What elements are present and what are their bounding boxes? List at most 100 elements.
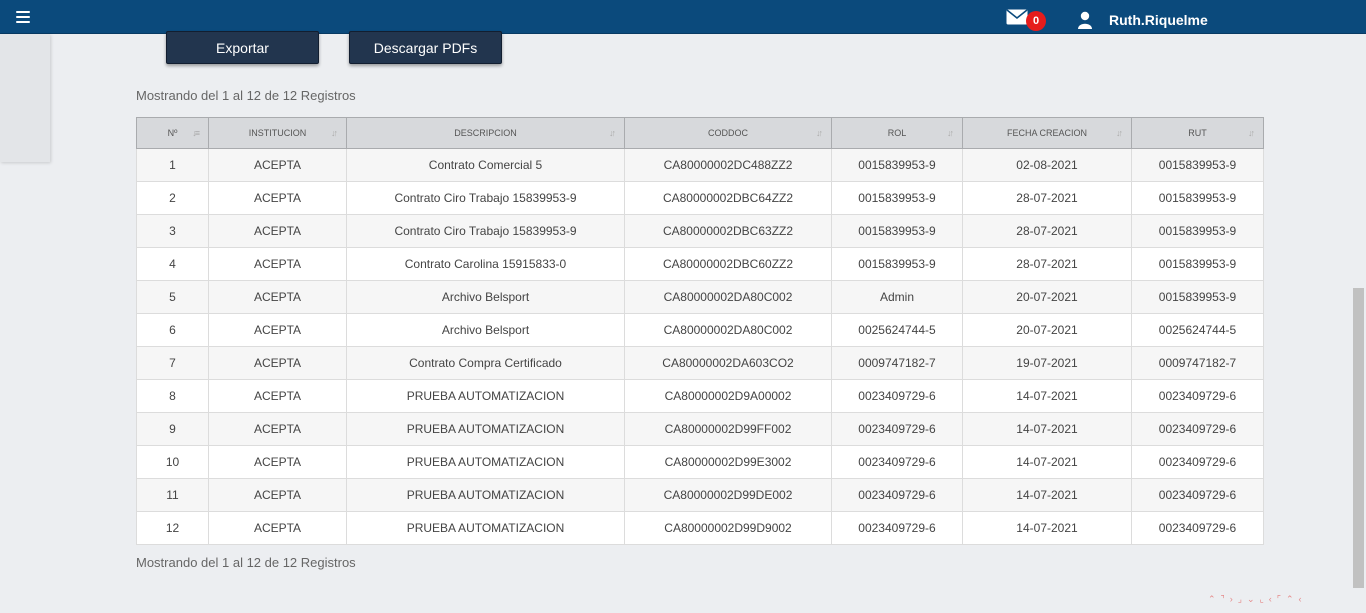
cell-descripcion: PRUEBA AUTOMATIZACION [346, 511, 625, 545]
cell-rut: 0015839953-9 [1131, 247, 1264, 281]
sort-icon[interactable]: ↓↑ [331, 128, 338, 138]
cell-fecha-creacion: 20-07-2021 [962, 313, 1132, 347]
sort-icon[interactable]: ↓↑ [1248, 128, 1255, 138]
cell-rut: 0015839953-9 [1131, 214, 1264, 248]
cell-descripcion: Contrato Ciro Trabajo 15839953-9 [346, 214, 625, 248]
cell-number: 10 [136, 445, 209, 479]
cell-institucion: ACEPTA [208, 511, 347, 545]
cell-rol: 0023409729-6 [831, 478, 963, 512]
column-header-fecha-creacion[interactable]: FECHA CREACION ↓↑ [962, 117, 1132, 149]
cell-descripcion: PRUEBA AUTOMATIZACION [346, 478, 625, 512]
cell-institucion: ACEPTA [208, 214, 347, 248]
sort-icon[interactable]: ↓≡ [192, 128, 200, 138]
sort-icon[interactable]: ↓↑ [609, 128, 616, 138]
export-button[interactable]: Exportar [166, 31, 319, 64]
table-row[interactable]: 5 ACEPTA Archivo Belsport CA80000002DA80C00… [136, 280, 1264, 314]
cell-rol: 0025624744-5 [831, 313, 963, 347]
cell-institucion: ACEPTA [208, 445, 347, 479]
sort-icon[interactable]: ↓↑ [816, 128, 823, 138]
cell-fecha-creacion: 20-07-2021 [962, 280, 1132, 314]
cell-number: 3 [136, 214, 209, 248]
column-header-rol[interactable]: ROL ↓↑ [831, 117, 963, 149]
table-header-row: Nº ↓≡ INSTITUCION ↓↑ DESCRIPCION ↓↑ CODDOC ↓↑ RO… [136, 117, 1264, 149]
cell-institucion: ACEPTA [208, 148, 347, 182]
cell-rol: 0023409729-6 [831, 445, 963, 479]
menu-icon[interactable] [16, 11, 30, 23]
cell-coddoc: CA80000002DBC64ZZ2 [624, 181, 832, 215]
table-row[interactable]: 1 ACEPTA Contrato Comercial 5 CA80000002DC4… [136, 148, 1264, 182]
cell-coddoc: CA80000002DC488ZZ2 [624, 148, 832, 182]
cell-rut: 0023409729-6 [1131, 445, 1264, 479]
cell-descripcion: Archivo Belsport [346, 313, 625, 347]
cell-institucion: ACEPTA [208, 181, 347, 215]
cell-fecha-creacion: 14-07-2021 [962, 379, 1132, 413]
table-row[interactable]: 7 ACEPTA Contrato Compra Certificado CA8000… [136, 346, 1264, 380]
decorative-arrows-icon: ⌃⌝›⌟⌄⌞‹⌜⌃‹ [1208, 594, 1307, 604]
documents-table: Nº ↓≡ INSTITUCION ↓↑ DESCRIPCION ↓↑ CODDOC ↓↑ RO… [136, 117, 1264, 545]
column-header-coddoc[interactable]: CODDOC ↓↑ [624, 117, 832, 149]
cell-rol: 0015839953-9 [831, 148, 963, 182]
column-header-rut[interactable]: RUT ↓↑ [1131, 117, 1264, 149]
table-row[interactable]: 12 ACEPTA PRUEBA AUTOMATIZACION CA80000002D… [136, 511, 1264, 545]
cell-rut: 0023409729-6 [1131, 412, 1264, 446]
cell-number: 6 [136, 313, 209, 347]
cell-rol: Admin [831, 280, 963, 314]
mail-icon[interactable] [1006, 9, 1028, 25]
table-row[interactable]: 9 ACEPTA PRUEBA AUTOMATIZACION CA80000002D9… [136, 412, 1264, 446]
table-row[interactable]: 2 ACEPTA Contrato Ciro Trabajo 15839953-9 C… [136, 181, 1264, 215]
cell-fecha-creacion: 19-07-2021 [962, 346, 1132, 380]
cell-descripcion: Archivo Belsport [346, 280, 625, 314]
cell-rut: 0023409729-6 [1131, 511, 1264, 545]
cell-rol: 0023409729-6 [831, 412, 963, 446]
cell-rut: 0015839953-9 [1131, 181, 1264, 215]
cell-institucion: ACEPTA [208, 478, 347, 512]
user-icon[interactable] [1077, 11, 1093, 29]
cell-number: 5 [136, 280, 209, 314]
sort-icon[interactable]: ↓↑ [947, 128, 954, 138]
cell-rut: 0023409729-6 [1131, 379, 1264, 413]
column-header-descripcion[interactable]: DESCRIPCION ↓↑ [346, 117, 625, 149]
cell-fecha-creacion: 28-07-2021 [962, 181, 1132, 215]
cell-coddoc: CA80000002D9A00002 [624, 379, 832, 413]
side-panel [0, 34, 50, 162]
table-row[interactable]: 11 ACEPTA PRUEBA AUTOMATIZACION CA80000002D… [136, 478, 1264, 512]
cell-institucion: ACEPTA [208, 346, 347, 380]
column-header-label: FECHA CREACION [1006, 128, 1087, 138]
cell-coddoc: CA80000002D99DE002 [624, 478, 832, 512]
mail-count-badge[interactable]: 0 [1026, 11, 1046, 31]
cell-rut: 0025624744-5 [1131, 313, 1264, 347]
cell-institucion: ACEPTA [208, 247, 347, 281]
cell-coddoc: CA80000002D99D9002 [624, 511, 832, 545]
cell-rol: 0023409729-6 [831, 511, 963, 545]
table-row[interactable]: 6 ACEPTA Archivo Belsport CA80000002DA80C00… [136, 313, 1264, 347]
column-header-number[interactable]: Nº ↓≡ [136, 117, 209, 149]
scrollbar-thumb[interactable] [1353, 288, 1364, 588]
download-pdfs-button[interactable]: Descargar PDFs [349, 31, 502, 64]
table-row[interactable]: 10 ACEPTA PRUEBA AUTOMATIZACION CA80000002D… [136, 445, 1264, 479]
cell-descripcion: PRUEBA AUTOMATIZACION [346, 412, 625, 446]
cell-coddoc: CA80000002DBC60ZZ2 [624, 247, 832, 281]
cell-institucion: ACEPTA [208, 379, 347, 413]
table-row[interactable]: 3 ACEPTA Contrato Ciro Trabajo 15839953-9 C… [136, 214, 1264, 248]
cell-descripcion: Contrato Comercial 5 [346, 148, 625, 182]
cell-coddoc: CA80000002DA603CO2 [624, 346, 832, 380]
cell-fecha-creacion: 14-07-2021 [962, 511, 1132, 545]
cell-fecha-creacion: 28-07-2021 [962, 214, 1132, 248]
cell-descripcion: Contrato Ciro Trabajo 15839953-9 [346, 181, 625, 215]
cell-descripcion: Contrato Compra Certificado [346, 346, 625, 380]
cell-number: 9 [136, 412, 209, 446]
cell-descripcion: PRUEBA AUTOMATIZACION [346, 445, 625, 479]
cell-institucion: ACEPTA [208, 280, 347, 314]
column-header-label: CODDOC [708, 128, 748, 138]
cell-number: 1 [136, 148, 209, 182]
cell-rut: 0023409729-6 [1131, 478, 1264, 512]
sort-icon[interactable]: ↓↑ [1116, 128, 1123, 138]
user-name[interactable]: Ruth.Riquelme [1109, 12, 1208, 28]
cell-number: 8 [136, 379, 209, 413]
column-header-label: DESCRIPCION [454, 128, 517, 138]
column-header-institucion[interactable]: INSTITUCION ↓↑ [208, 117, 347, 149]
table-row[interactable]: 4 ACEPTA Contrato Carolina 15915833-0 CA800… [136, 247, 1264, 281]
table-row[interactable]: 8 ACEPTA PRUEBA AUTOMATIZACION CA80000002D9… [136, 379, 1264, 413]
cell-fecha-creacion: 02-08-2021 [962, 148, 1132, 182]
cell-descripcion: PRUEBA AUTOMATIZACION [346, 379, 625, 413]
